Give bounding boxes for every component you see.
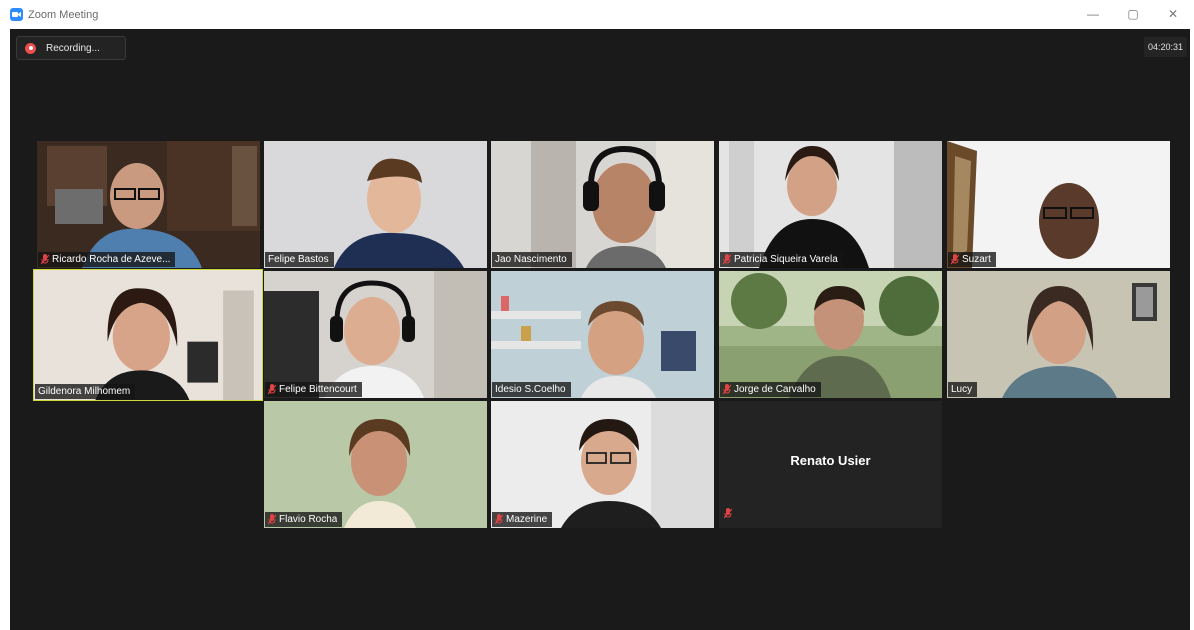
recording-indicator[interactable]: Recording... bbox=[16, 36, 126, 60]
muted-mic-icon bbox=[41, 254, 49, 265]
participant-name: Suzart bbox=[962, 254, 991, 265]
participant-name: Idesio S.Coelho bbox=[495, 384, 566, 395]
participant-nametag: Idesio S.Coelho bbox=[492, 382, 571, 397]
video-tile-mazerine[interactable]: Mazerine bbox=[491, 401, 714, 528]
video-tile-felipe-bittencourt[interactable]: Felipe Bittencourt bbox=[264, 271, 487, 398]
video-tile-jorge[interactable]: Jorge de Carvalho bbox=[719, 271, 942, 398]
muted-mic-icon bbox=[268, 384, 276, 395]
participant-nametag: Suzart bbox=[948, 252, 996, 267]
video-feed bbox=[491, 141, 714, 268]
window-title: Zoom Meeting bbox=[28, 8, 99, 21]
video-feed bbox=[264, 271, 487, 398]
video-feed bbox=[947, 271, 1170, 398]
video-tile-suzart[interactable]: Suzart bbox=[947, 141, 1170, 268]
participant-name: Jao Nascimento bbox=[495, 254, 567, 265]
video-feed bbox=[264, 141, 487, 268]
recording-label: Recording... bbox=[46, 42, 100, 54]
participant-name: Lucy bbox=[951, 384, 973, 395]
participant-nametag: Ricardo Rocha de Azeve... bbox=[38, 252, 176, 267]
meeting-timer: 04:20:31 bbox=[1143, 37, 1187, 57]
participant-nametag: Patricia Siqueira Varela bbox=[720, 252, 843, 267]
video-feed bbox=[947, 141, 1170, 268]
video-tile-renato-no-video[interactable]: Renato Usier bbox=[719, 401, 942, 528]
muted-mic-icon bbox=[723, 506, 733, 524]
video-feed bbox=[491, 401, 714, 528]
participant-name: Gildenora Milhomem bbox=[38, 386, 131, 397]
recording-icon bbox=[25, 42, 36, 54]
video-tile-ricardo[interactable]: Ricardo Rocha de Azeve... bbox=[37, 141, 260, 268]
minimize-button[interactable]: — bbox=[1086, 6, 1100, 22]
video-feed bbox=[719, 141, 942, 268]
participant-nametag: Lucy bbox=[948, 382, 978, 397]
close-button[interactable]: ✕ bbox=[1166, 6, 1180, 22]
participant-nametag: Jao Nascimento bbox=[492, 252, 572, 267]
participant-nametag: Gildenora Milhomem bbox=[35, 384, 136, 399]
video-tile-felipe-bastos[interactable]: Felipe Bastos bbox=[264, 141, 487, 268]
muted-mic-icon bbox=[723, 254, 731, 265]
video-tile-flavio[interactable]: Flavio Rocha bbox=[264, 401, 487, 528]
video-feed bbox=[34, 270, 262, 400]
restore-button[interactable]: ▢ bbox=[1126, 6, 1140, 22]
video-feed bbox=[37, 141, 260, 268]
window-titlebar: Zoom Meeting — ▢ ✕ bbox=[0, 0, 1194, 29]
zoom-app-icon bbox=[10, 8, 23, 21]
video-feed bbox=[719, 271, 942, 398]
participant-name-centered: Renato Usier bbox=[790, 453, 871, 468]
participant-name: Jorge de Carvalho bbox=[734, 384, 816, 395]
window-controls: — ▢ ✕ bbox=[1086, 6, 1180, 22]
muted-mic-icon bbox=[268, 514, 276, 525]
participant-nametag: Felipe Bastos bbox=[265, 252, 334, 267]
video-tile-patricia[interactable]: Patricia Siqueira Varela bbox=[719, 141, 942, 268]
video-tile-idesio[interactable]: Idesio S.Coelho bbox=[491, 271, 714, 398]
muted-mic-icon bbox=[723, 384, 731, 395]
muted-mic-icon bbox=[495, 514, 503, 525]
participant-nametag: Felipe Bittencourt bbox=[265, 382, 362, 397]
meeting-stage: Recording... 04:20:31 Ricardo Rocha de A… bbox=[10, 29, 1190, 630]
video-tile-gildenora[interactable]: Gildenora Milhomem bbox=[33, 269, 263, 401]
participant-nametag: Flavio Rocha bbox=[265, 512, 343, 527]
participant-name: Flavio Rocha bbox=[279, 514, 338, 525]
video-feed bbox=[264, 401, 487, 528]
participant-nametag: Mazerine bbox=[492, 512, 553, 527]
participant-name: Patricia Siqueira Varela bbox=[734, 254, 838, 265]
participant-name: Felipe Bastos bbox=[268, 254, 329, 265]
video-feed bbox=[491, 271, 714, 398]
participant-name: Mazerine bbox=[506, 514, 548, 525]
participant-nametag: Jorge de Carvalho bbox=[720, 382, 821, 397]
participant-name: Ricardo Rocha de Azeve... bbox=[52, 254, 171, 265]
video-tile-lucy[interactable]: Lucy bbox=[947, 271, 1170, 398]
participant-name: Felipe Bittencourt bbox=[279, 384, 357, 395]
muted-mic-icon bbox=[951, 254, 959, 265]
video-tile-jao[interactable]: Jao Nascimento bbox=[491, 141, 714, 268]
